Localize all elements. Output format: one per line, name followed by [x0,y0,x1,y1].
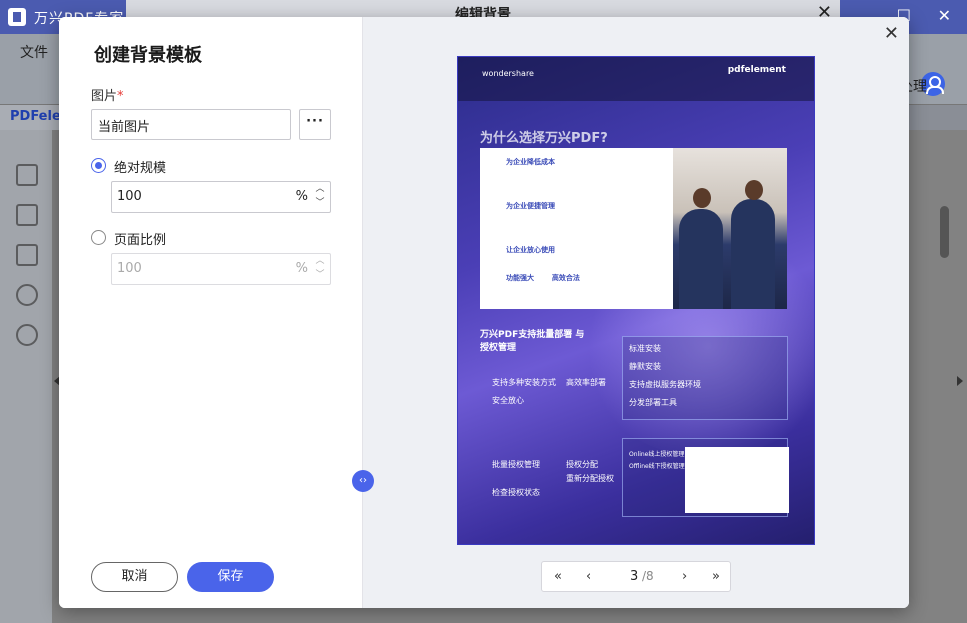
deploy-item: 支持多种安装方式 [492,378,556,387]
last-page-button[interactable]: » [712,569,720,584]
deployment-section-title: 万兴PDF支持批量部署 与授权管理 [480,330,585,353]
next-page-button[interactable]: › [682,569,687,584]
license-option: Online线上授权管理 [629,451,685,458]
page-ratio-radio[interactable] [91,230,106,245]
install-options-box: 标准安装 静默安装 支持虚拟服务器环境 分发部署工具 [622,336,788,420]
absolute-scale-value[interactable]: 100 [117,189,142,204]
page-ratio-unit: % [295,261,308,276]
person-head [745,180,763,200]
page-navigator: « ‹ 3 /8 › » [541,561,731,592]
page-ratio-label: 页面比例 [114,233,167,248]
license-item: 检查授权状态 [492,488,540,497]
app-logo-icon [8,8,26,26]
license-item: 授权分配 [566,460,598,469]
feature-card-text: 为企业降低成本 为企业便捷管理 让企业放心使用 功能强大 高效合法 [480,148,673,309]
pdfelement-logo: pdfelement [727,65,786,75]
window-close-icon[interactable]: ✕ [938,6,951,25]
wondershare-logo: wondershare [482,69,534,78]
license-item: 重新分配授权 [566,474,614,483]
absolute-scale-radio[interactable] [91,158,106,173]
feature-item: 让企业放心使用 [506,246,555,254]
menu-file[interactable]: 文件 [20,42,48,62]
toggle-panel-button[interactable]: ‹› [352,470,374,492]
thumbnail-icon[interactable] [16,164,38,186]
image-label: 图片* [91,85,124,104]
absolute-scale-label: 绝对规模 [114,161,167,176]
feature-footer: 功能强大 [506,274,534,282]
preview-heading: 为什么选择万兴PDF? [480,131,608,146]
search-icon[interactable] [16,324,38,346]
preview-photo [673,148,787,309]
deploy-item: 高效率部署 [566,378,606,387]
image-source-field[interactable]: 当前图片 [91,109,291,140]
chevron-up-icon: ︿ [315,256,325,266]
install-option: 静默安装 [629,362,661,371]
create-template-modal: 创建背景模板 图片* 当前图片 ··· 绝对规模 100 % ︿ ﹀ 页面比例 … [59,17,909,608]
install-option: 支持虚拟服务器环境 [629,380,701,389]
modal-close-icon[interactable]: ✕ [884,23,899,44]
save-button[interactable]: 保存 [187,562,274,592]
absolute-scale-stepper[interactable]: 100 % ︿ ﹀ [111,181,331,213]
license-option: Offline线下授权管理 [629,463,685,470]
prev-page-button[interactable]: ‹ [586,569,591,584]
total-pages: /8 [642,569,654,583]
cancel-button[interactable]: 取消 [91,562,178,592]
absolute-scale-unit: % [295,189,308,204]
settings-panel: 创建背景模板 图片* 当前图片 ··· 绝对规模 100 % ︿ ﹀ 页面比例 … [59,17,363,608]
vertical-scrollbar[interactable] [940,206,949,258]
page-ratio-value: 100 [117,261,142,276]
required-mark: * [117,89,124,104]
modal-title: 创建背景模板 [94,45,202,66]
preview-panel: wondershare pdfelement 为什么选择万兴PDF? 为企业降低… [363,17,909,608]
license-item: 批量授权管理 [492,460,540,469]
app-sidebar [0,130,52,623]
page-preview: wondershare pdfelement 为什么选择万兴PDF? 为企业降低… [457,56,815,545]
chevron-down-icon: ﹀ [315,270,325,280]
install-option: 标准安装 [629,344,661,353]
feature-item: 为企业便捷管理 [506,202,555,210]
first-page-button[interactable]: « [554,569,562,584]
browse-image-button[interactable]: ··· [299,109,331,140]
preview-feature-card: 为企业降低成本 为企业便捷管理 让企业放心使用 功能强大 高效合法 [480,148,787,309]
chevron-up-icon[interactable]: ︿ [315,184,325,194]
page-ratio-stepper: 100 % ︿ ﹀ [111,253,331,285]
person-figure [731,199,775,309]
current-page[interactable]: 3 [630,569,638,584]
license-management-box: Online线上授权管理 Offline线下授权管理 [622,438,789,517]
preview-header: wondershare pdfelement [458,57,814,101]
attachment-icon[interactable] [16,284,38,306]
install-option: 分发部署工具 [629,398,677,407]
collapse-right-icon[interactable] [957,376,963,386]
person-head [693,188,711,208]
person-figure [679,209,723,309]
comment-icon[interactable] [16,244,38,266]
chevron-down-icon[interactable]: ﹀ [315,198,325,208]
feature-item: 为企业降低成本 [506,158,555,166]
license-screenshot [685,447,789,513]
feature-footer: 高效合法 [551,274,580,282]
deploy-item: 安全放心 [492,396,524,405]
bookmark-icon[interactable] [16,204,38,226]
image-label-text: 图片 [91,89,118,104]
